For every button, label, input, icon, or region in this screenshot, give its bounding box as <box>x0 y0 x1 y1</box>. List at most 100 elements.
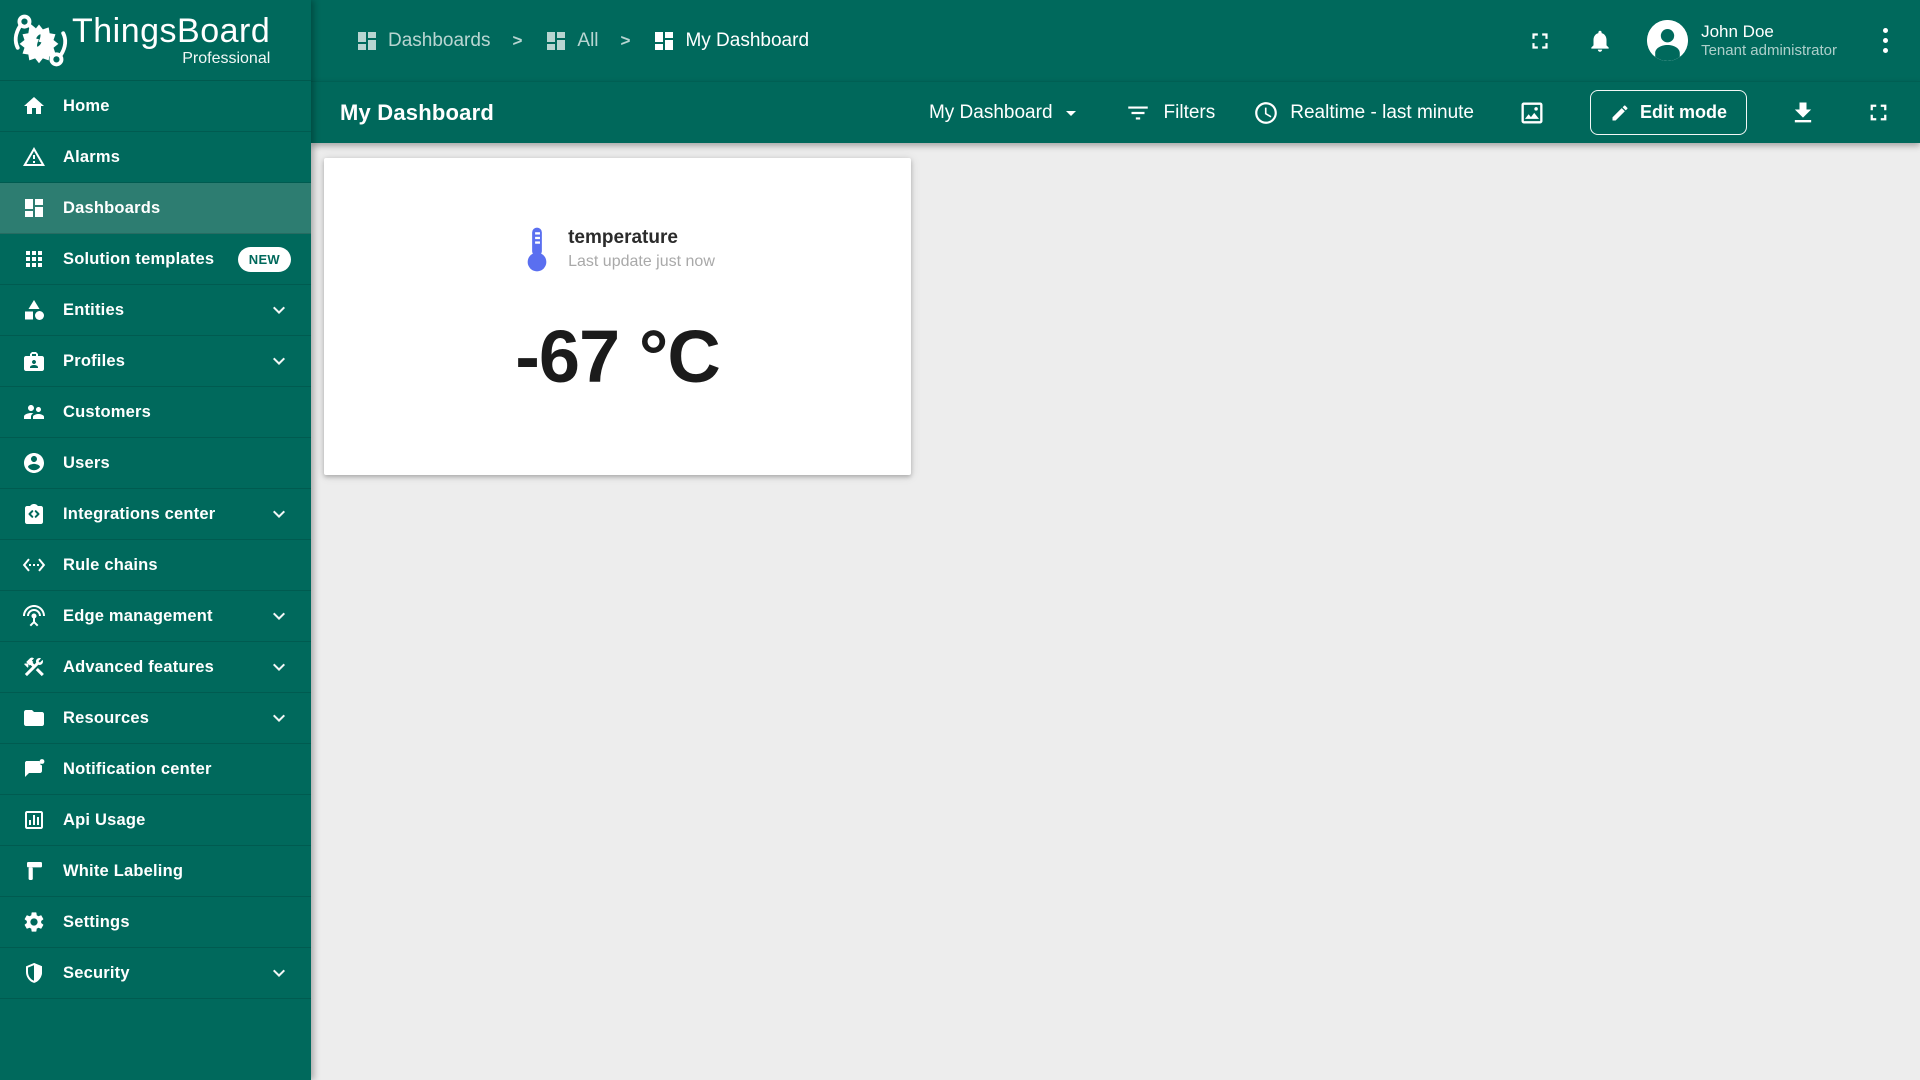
sidebar-item-label: Resources <box>63 708 150 727</box>
sidebar-item-edge-management[interactable]: Edge management <box>0 591 311 642</box>
sidebar-item-dashboards[interactable]: Dashboards <box>0 183 311 234</box>
entities-shapes-icon <box>22 298 46 322</box>
widget-titles: temperature Last update just now <box>568 227 715 272</box>
sidebar-item-entities[interactable]: Entities <box>0 285 311 336</box>
chevron-down-icon <box>273 663 285 671</box>
chevron-down-icon <box>273 306 285 314</box>
logo[interactable]: ThingsBoard Professional <box>0 0 311 81</box>
sidebar-item-api-usage[interactable]: Api Usage <box>0 795 311 846</box>
user-circle-icon <box>22 451 46 475</box>
avatar[interactable] <box>1647 20 1689 61</box>
rule-chains-icon <box>22 553 46 577</box>
sidebar-item-advanced-features[interactable]: Advanced features <box>0 642 311 693</box>
sidebar-item-label: Integrations center <box>63 504 216 523</box>
home-icon <box>22 94 46 118</box>
sidebar-nav: Home Alarms Dashboards Solution template… <box>0 81 311 1080</box>
top-header: Dashboards > All > My Dashboard John Doe… <box>311 0 1920 81</box>
sidebar-item-label: Settings <box>63 912 130 931</box>
shield-icon <box>22 961 46 985</box>
edit-mode-button[interactable]: Edit mode <box>1589 90 1747 135</box>
sidebar-item-label: Users <box>63 453 110 472</box>
dashboard-select-value: My Dashboard <box>928 101 1053 123</box>
chevron-down-icon <box>273 714 285 722</box>
download-icon[interactable] <box>1789 99 1817 127</box>
notifications-bell-icon[interactable] <box>1587 28 1613 54</box>
filters-label: Filters <box>1163 101 1216 123</box>
sidebar-item-rule-chains[interactable]: Rule chains <box>0 540 311 591</box>
widget-header: temperature Last update just now <box>520 226 715 272</box>
sidebar-item-label: Api Usage <box>63 810 146 829</box>
sidebar-item-security[interactable]: Security <box>0 948 311 999</box>
sidebar-item-label: Dashboards <box>63 198 161 217</box>
user-info[interactable]: John Doe Tenant administrator <box>1701 21 1837 61</box>
sidebar-item-label: Rule chains <box>63 555 158 574</box>
breadcrumb-label: My Dashboard <box>685 29 810 51</box>
apps-grid-icon <box>22 247 46 271</box>
header-actions: John Doe Tenant administrator <box>1527 20 1894 61</box>
paint-roller-icon <box>22 859 46 883</box>
sidebar-item-label: Security <box>63 963 130 982</box>
chevron-down-icon <box>273 357 285 365</box>
user-role: Tenant administrator <box>1701 41 1837 59</box>
dashboard-canvas[interactable]: temperature Last update just now -67 °C <box>311 143 1920 1080</box>
sidebar: ThingsBoard Professional Home Alarms Das… <box>0 0 311 1080</box>
tools-icon <box>22 655 46 679</box>
sidebar-item-white-labeling[interactable]: White Labeling <box>0 846 311 897</box>
user-name: John Doe <box>1701 21 1774 41</box>
sidebar-item-label: Alarms <box>63 147 121 166</box>
thermometer-icon <box>527 227 547 272</box>
sidebar-item-label: Customers <box>63 402 151 421</box>
brand-text: ThingsBoard Professional <box>72 14 270 67</box>
breadcrumb-label: All <box>577 29 599 51</box>
page-title: My Dashboard <box>340 99 494 125</box>
sidebar-item-label: White Labeling <box>63 861 184 880</box>
filters-button[interactable]: Filters <box>1125 100 1216 126</box>
dashboard-toolbar: My Dashboard My Dashboard Filters Realti… <box>311 81 1920 143</box>
caret-down-icon <box>1065 110 1076 116</box>
temperature-widget-card[interactable]: temperature Last update just now -67 °C <box>324 158 911 475</box>
sidebar-item-solution-templates[interactable]: Solution templates NEW <box>0 234 311 285</box>
chevron-down-icon <box>273 612 285 620</box>
widget-title: temperature <box>568 226 678 248</box>
timewindow-label: Realtime - last minute <box>1290 101 1474 123</box>
dashboard-select-dropdown[interactable]: My Dashboard <box>929 101 1083 125</box>
edit-mode-label: Edit mode <box>1639 102 1727 122</box>
brand-edition: Professional <box>182 49 271 67</box>
sidebar-item-resources[interactable]: Resources <box>0 693 311 744</box>
dashboards-icon <box>544 29 568 53</box>
sidebar-item-home[interactable]: Home <box>0 81 311 132</box>
sidebar-item-users[interactable]: Users <box>0 438 311 489</box>
fullscreen-icon[interactable] <box>1527 28 1553 54</box>
customers-people-icon <box>22 400 46 424</box>
folder-icon <box>22 706 46 730</box>
more-menu-icon[interactable] <box>1877 21 1894 60</box>
widget-last-update: Last update just now <box>568 253 715 271</box>
breadcrumb-item-dashboards[interactable]: Dashboards <box>355 29 490 53</box>
dashboards-icon <box>652 29 676 53</box>
antenna-icon <box>22 604 46 628</box>
breadcrumb-item-my-dashboard[interactable]: My Dashboard <box>652 29 809 53</box>
sidebar-item-notification-center[interactable]: Notification center <box>0 744 311 795</box>
dashboards-icon <box>355 29 379 53</box>
sidebar-item-label: Profiles <box>63 351 126 370</box>
sidebar-item-integrations-center[interactable]: Integrations center <box>0 489 311 540</box>
sidebar-item-label: Edge management <box>63 606 213 625</box>
sidebar-item-profiles[interactable]: Profiles <box>0 336 311 387</box>
thingsboard-app: ThingsBoard Professional Home Alarms Das… <box>0 0 1920 1080</box>
sidebar-item-settings[interactable]: Settings <box>0 897 311 948</box>
toolbar-actions: My Dashboard Filters Realtime - last min… <box>929 90 1892 135</box>
sidebar-item-label: Notification center <box>63 759 212 778</box>
timewindow-button[interactable]: Realtime - last minute <box>1253 100 1474 126</box>
dashboard-image-icon[interactable] <box>1518 99 1546 127</box>
breadcrumb-item-all[interactable]: All <box>544 29 599 53</box>
sidebar-item-label: Advanced features <box>63 657 215 676</box>
pencil-icon <box>1612 104 1628 120</box>
chevron-down-icon <box>273 510 285 518</box>
chevron-down-icon <box>273 969 285 977</box>
sidebar-item-customers[interactable]: Customers <box>0 387 311 438</box>
main-column: Dashboards > All > My Dashboard John Doe… <box>311 0 1920 1080</box>
notification-chat-icon <box>22 757 46 781</box>
fullscreen-dashboard-icon[interactable] <box>1865 99 1892 126</box>
sidebar-item-alarms[interactable]: Alarms <box>0 132 311 183</box>
integrations-icon <box>22 502 46 526</box>
